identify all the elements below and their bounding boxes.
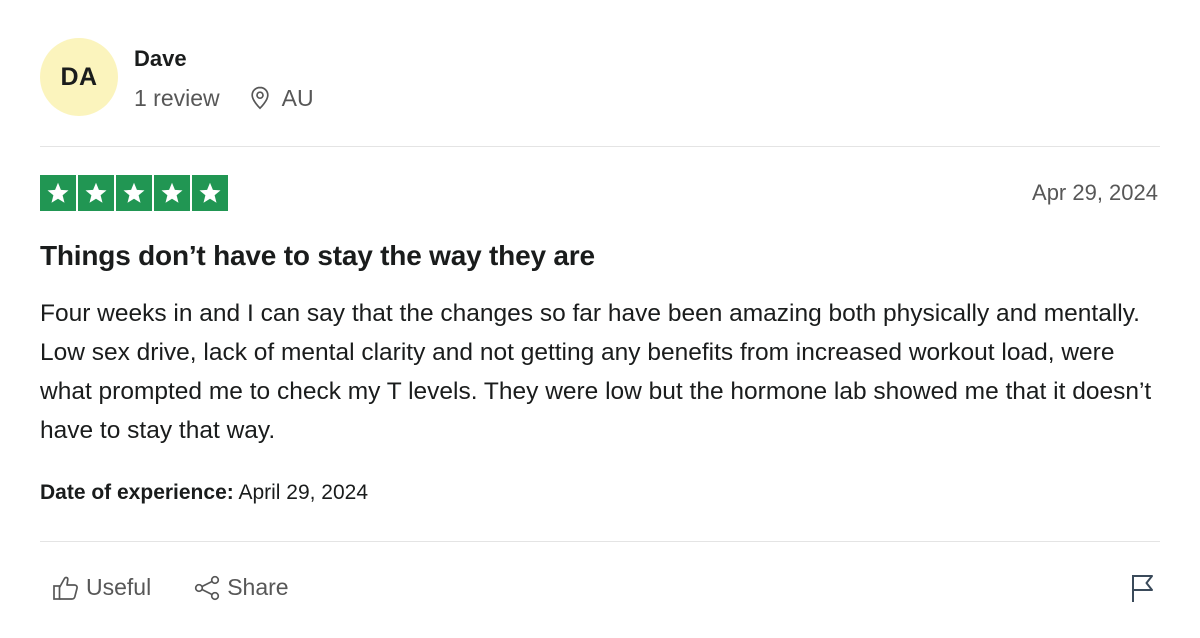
share-icon bbox=[195, 575, 220, 600]
flag-icon bbox=[1132, 575, 1153, 602]
star-5 bbox=[192, 175, 228, 211]
star-icon bbox=[47, 182, 69, 203]
reviewer-header: DA Dave 1 review AU bbox=[40, 38, 314, 116]
reviewer-name[interactable]: Dave bbox=[134, 46, 314, 72]
location-pin-icon bbox=[251, 86, 269, 110]
experience-label: Date of experience: bbox=[40, 481, 234, 504]
experience-date: April 29, 2024 bbox=[238, 481, 369, 504]
reviewer-info: Dave 1 review AU bbox=[134, 38, 314, 111]
review-card: DA Dave 1 review AU Apr 29, 2024 Things … bbox=[0, 0, 1200, 638]
review-title[interactable]: Things don’t have to stay the way they a… bbox=[40, 240, 595, 272]
avatar[interactable]: DA bbox=[40, 38, 118, 116]
share-label: Share bbox=[227, 574, 289, 600]
review-count: 1 review bbox=[134, 85, 220, 111]
star-4 bbox=[154, 175, 190, 211]
date-of-experience: Date of experience: April 29, 2024 bbox=[40, 481, 368, 505]
star-icon bbox=[123, 182, 145, 203]
star-3 bbox=[116, 175, 152, 211]
footer-divider bbox=[40, 541, 1160, 542]
review-body: Four weeks in and I can say that the cha… bbox=[40, 300, 1152, 444]
useful-label: Useful bbox=[86, 574, 152, 600]
star-rating bbox=[40, 175, 228, 211]
thumbs-up-icon bbox=[53, 576, 78, 600]
reviewer-location: AU bbox=[250, 85, 314, 111]
country-code: AU bbox=[281, 85, 314, 111]
report-button[interactable] bbox=[1130, 572, 1156, 609]
star-2 bbox=[78, 175, 114, 211]
reviewer-meta: 1 review AU bbox=[134, 85, 314, 111]
useful-button[interactable]: Useful bbox=[52, 574, 151, 601]
star-icon bbox=[161, 182, 183, 203]
review-date: Apr 29, 2024 bbox=[1032, 180, 1158, 205]
star-1 bbox=[40, 175, 76, 211]
star-icon bbox=[199, 182, 221, 203]
star-icon bbox=[85, 182, 107, 203]
share-button[interactable]: Share bbox=[193, 574, 289, 601]
header-divider bbox=[40, 146, 1160, 147]
review-actions: Useful Share bbox=[52, 574, 331, 601]
